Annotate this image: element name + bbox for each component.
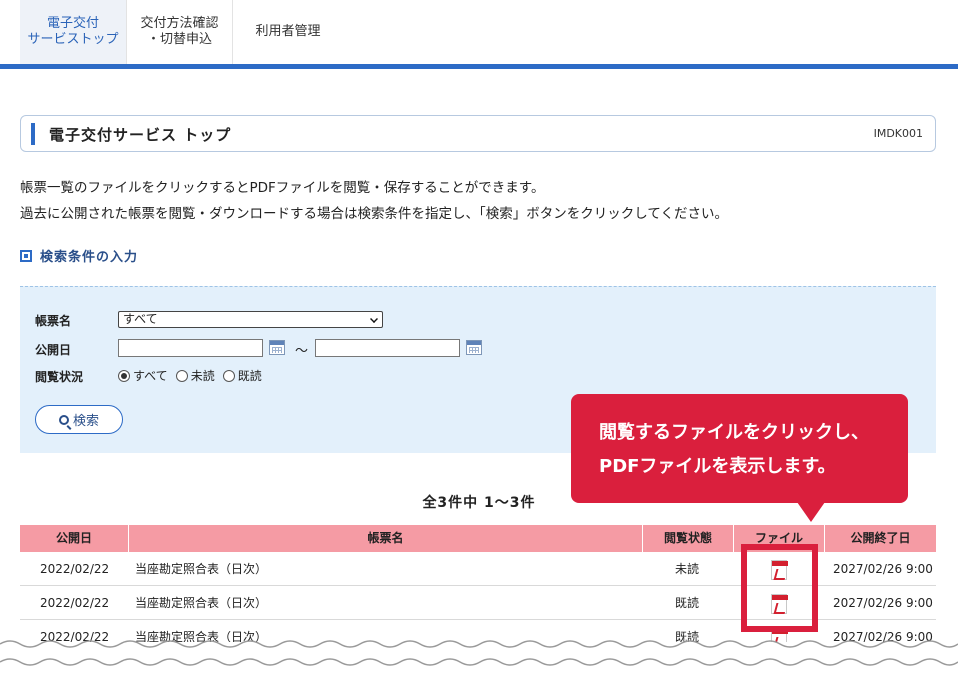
top-nav: 電子交付 サービストップ 交付方法確認 ・切替申込 利用者管理: [0, 0, 958, 69]
tab-e-delivery-top[interactable]: 電子交付 サービストップ: [20, 0, 127, 64]
section-bullet-icon: [20, 249, 32, 262]
callout-pointer: [797, 502, 825, 522]
cell-end-date: 2027/02/26 9:00: [833, 562, 933, 576]
search-button[interactable]: 検索: [35, 405, 123, 434]
description-line-1: 帳票一覧のファイルをクリックするとPDFファイルを閲覧・保存することができます。: [20, 180, 545, 196]
chevron-down-icon: [370, 315, 378, 323]
radio-read[interactable]: 既読: [222, 367, 262, 384]
column-header-read-status: 閲覧状態: [643, 525, 734, 552]
read-status-label: 閲覧状況: [35, 370, 84, 384]
search-icon: [58, 414, 69, 425]
page-title-panel: 電子交付サービス トップ IMDK001: [20, 115, 936, 152]
radio-button[interactable]: [175, 369, 188, 382]
radio-button[interactable]: [222, 369, 235, 382]
publish-date-label: 公開日: [35, 343, 72, 357]
radio-unread[interactable]: 未読: [175, 367, 215, 384]
cell-form-name: 当座勘定照合表（日次）: [135, 562, 268, 576]
cell-read-status: 未読: [675, 562, 700, 576]
date-range-separator: ～: [295, 344, 309, 359]
tab-delivery-method[interactable]: 交付方法確認 ・切替申込: [127, 0, 233, 64]
cell-end-date: 2027/02/26 9:00: [833, 596, 933, 610]
radio-label: すべて: [133, 369, 168, 383]
screen-id: IMDK001: [873, 127, 923, 140]
torn-edge-icon: [0, 640, 958, 666]
column-header-publish-date: 公開日: [20, 525, 129, 552]
description-line-2: 過去に公開された帳票を閲覧・ダウンロードする場合は検索条件を指定し、「検索」ボタ…: [20, 206, 728, 222]
callout-line-1: 閲覧するファイルをクリックし、: [599, 422, 869, 443]
cell-form-name: 当座勘定照合表（日次）: [135, 596, 268, 610]
radio-label: 既読: [237, 369, 262, 383]
file-column-highlight: [741, 544, 818, 632]
form-name-label: 帳票名: [35, 314, 72, 328]
column-header-form-name: 帳票名: [129, 525, 643, 552]
calendar-icon[interactable]: [466, 340, 482, 355]
column-header-end-date: 公開終了日: [850, 531, 911, 545]
callout-line-2: PDFファイルを表示します。: [599, 456, 836, 477]
calendar-icon[interactable]: [269, 340, 285, 355]
publish-date-to-input[interactable]: [315, 339, 460, 357]
title-accent-bar: [31, 123, 35, 145]
form-name-selected-value: すべて: [123, 312, 158, 326]
callout-tooltip: 閲覧するファイルをクリックし、 PDFファイルを表示します。: [571, 394, 908, 503]
section-heading: 検索条件の入力: [20, 246, 138, 265]
cell-publish-date: 2022/02/22: [40, 562, 110, 576]
radio-all[interactable]: すべて: [118, 367, 168, 384]
cell-read-status: 既読: [675, 596, 700, 610]
radio-button-checked[interactable]: [118, 369, 130, 382]
radio-label: 未読: [190, 369, 215, 383]
cell-publish-date: 2022/02/22: [40, 596, 110, 610]
publish-date-from-input[interactable]: [118, 339, 263, 357]
section-title: 検索条件の入力: [40, 250, 139, 265]
form-name-select[interactable]: すべて: [118, 311, 383, 328]
nav-divider: [0, 64, 958, 69]
page-title: 電子交付サービス トップ: [49, 126, 232, 144]
tab-user-management[interactable]: 利用者管理: [233, 0, 343, 64]
read-status-radio-group: すべて 未読 既読: [118, 367, 262, 384]
search-button-label: 検索: [72, 414, 99, 429]
